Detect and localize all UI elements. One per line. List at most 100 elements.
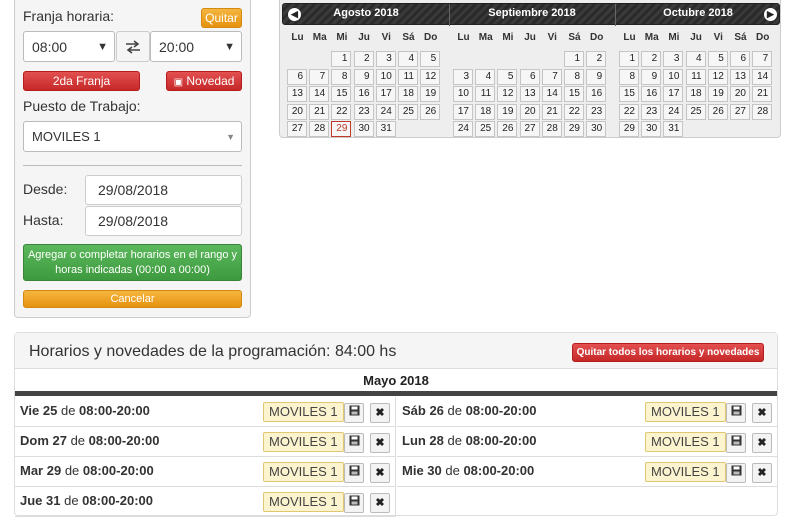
calendar-day[interactable]: 6 bbox=[519, 68, 540, 85]
close-icon[interactable]: ✖ bbox=[752, 463, 772, 483]
calendar-day[interactable]: 19 bbox=[420, 86, 441, 103]
calendar-day[interactable]: 7 bbox=[309, 68, 330, 85]
calendar-day[interactable]: 14 bbox=[752, 68, 773, 85]
calendar-day[interactable]: 7 bbox=[752, 51, 773, 67]
calendar-day[interactable]: 2 bbox=[353, 51, 374, 67]
calendar-day[interactable]: 8 bbox=[564, 68, 584, 85]
calendar-day[interactable]: 29 bbox=[331, 121, 352, 138]
calendar-day[interactable]: 26 bbox=[707, 103, 728, 120]
calendar-day[interactable]: 4 bbox=[398, 51, 418, 67]
calendar-day[interactable]: 20 bbox=[287, 103, 307, 120]
calendar-day[interactable]: 28 bbox=[752, 103, 773, 120]
calendar-day[interactable]: 31 bbox=[663, 121, 684, 138]
close-icon[interactable]: ✖ bbox=[752, 433, 772, 453]
end-time-select[interactable]: 20:00 ▼ bbox=[150, 31, 242, 62]
calendar-day[interactable]: 8 bbox=[331, 68, 352, 85]
calendar-day[interactable]: 23 bbox=[586, 103, 607, 120]
calendar-day[interactable]: 13 bbox=[519, 86, 540, 103]
calendar-day[interactable]: 9 bbox=[353, 68, 374, 85]
desde-input[interactable]: 29/08/2018 bbox=[85, 175, 242, 205]
calendar-day[interactable]: 25 bbox=[475, 121, 496, 138]
calendar-day[interactable]: 4 bbox=[685, 51, 706, 67]
calendar-day[interactable]: 14 bbox=[541, 86, 562, 103]
calendar-day[interactable]: 10 bbox=[375, 68, 396, 85]
floppy-disk-icon[interactable] bbox=[344, 463, 364, 483]
calendar-day[interactable]: 3 bbox=[453, 68, 473, 85]
calendar-day[interactable]: 3 bbox=[375, 51, 396, 67]
calendar-day[interactable]: 8 bbox=[619, 68, 639, 85]
calendar-day[interactable]: 10 bbox=[453, 86, 473, 103]
swap-times-button[interactable] bbox=[116, 31, 150, 62]
calendar-day[interactable]: 28 bbox=[541, 121, 562, 138]
calendar-day[interactable]: 30 bbox=[586, 121, 607, 138]
calendar-day[interactable]: 18 bbox=[685, 86, 706, 103]
close-icon[interactable]: ✖ bbox=[370, 403, 390, 423]
calendar-day[interactable]: 28 bbox=[309, 121, 330, 138]
calendar-day[interactable]: 21 bbox=[309, 103, 330, 120]
calendar-day[interactable]: 4 bbox=[475, 68, 496, 85]
calendar-day[interactable]: 23 bbox=[353, 103, 374, 120]
floppy-disk-icon[interactable] bbox=[726, 403, 746, 423]
hasta-input[interactable]: 29/08/2018 bbox=[85, 206, 242, 236]
calendar-day[interactable]: 3 bbox=[663, 51, 684, 67]
calendar-day[interactable]: 13 bbox=[287, 86, 307, 103]
novedad-button[interactable]: ▣ Novedad bbox=[166, 71, 242, 91]
calendar-day[interactable]: 11 bbox=[475, 86, 496, 103]
calendar-day[interactable]: 2 bbox=[586, 51, 607, 67]
calendar-day[interactable]: 19 bbox=[497, 103, 518, 120]
calendar-day[interactable]: 21 bbox=[752, 86, 773, 103]
calendar-day[interactable]: 10 bbox=[663, 68, 684, 85]
floppy-disk-icon[interactable] bbox=[344, 493, 364, 513]
calendar-day[interactable]: 16 bbox=[641, 86, 662, 103]
close-icon[interactable]: ✖ bbox=[370, 433, 390, 453]
calendar-day[interactable]: 5 bbox=[420, 51, 441, 67]
calendar-day[interactable]: 26 bbox=[497, 121, 518, 138]
calendar-day[interactable]: 9 bbox=[586, 68, 607, 85]
calendar-day[interactable]: 17 bbox=[453, 103, 473, 120]
calendar-day[interactable]: 6 bbox=[287, 68, 307, 85]
puesto-select[interactable]: MOVILES 1 ▼ bbox=[23, 121, 242, 152]
calendar-day[interactable]: 15 bbox=[331, 86, 352, 103]
close-icon[interactable]: ✖ bbox=[370, 493, 390, 513]
calendar-day[interactable]: 30 bbox=[641, 121, 662, 138]
quitar-button[interactable]: Quitar bbox=[201, 8, 242, 28]
remove-all-button[interactable]: Quitar todos los horarios y novedades bbox=[572, 343, 764, 362]
segunda-franja-button[interactable]: 2da Franja bbox=[23, 71, 140, 91]
calendar-day[interactable]: 24 bbox=[375, 103, 396, 120]
calendar-day[interactable]: 15 bbox=[619, 86, 639, 103]
agregar-horarios-button[interactable]: Agregar o completar horarios en el rango… bbox=[23, 244, 242, 281]
calendar-day[interactable]: 9 bbox=[641, 68, 662, 85]
calendar-day[interactable]: 13 bbox=[730, 68, 750, 85]
calendar-day[interactable]: 1 bbox=[331, 51, 352, 67]
calendar-day[interactable]: 11 bbox=[398, 68, 418, 85]
calendar-day[interactable]: 25 bbox=[685, 103, 706, 120]
calendar-day[interactable]: 20 bbox=[519, 103, 540, 120]
floppy-disk-icon[interactable] bbox=[344, 433, 364, 453]
calendar-day[interactable]: 26 bbox=[420, 103, 441, 120]
calendar-day[interactable]: 17 bbox=[375, 86, 396, 103]
calendar-day[interactable]: 12 bbox=[707, 68, 728, 85]
calendar-day[interactable]: 29 bbox=[619, 121, 639, 138]
calendar-day[interactable]: 18 bbox=[475, 103, 496, 120]
calendar-day[interactable]: 12 bbox=[497, 86, 518, 103]
start-time-select[interactable]: 08:00 ▼ bbox=[23, 31, 115, 62]
calendar-day[interactable]: 25 bbox=[398, 103, 418, 120]
calendar-day[interactable]: 16 bbox=[353, 86, 374, 103]
calendar-day[interactable]: 6 bbox=[730, 51, 750, 67]
calendar-day[interactable]: 27 bbox=[287, 121, 307, 138]
calendar-day[interactable]: 19 bbox=[707, 86, 728, 103]
calendar-day[interactable]: 16 bbox=[586, 86, 607, 103]
calendar-day[interactable]: 27 bbox=[730, 103, 750, 120]
calendar-day[interactable]: 11 bbox=[685, 68, 706, 85]
calendar-day[interactable]: 24 bbox=[663, 103, 684, 120]
calendar-day[interactable]: 5 bbox=[497, 68, 518, 85]
calendar-day[interactable]: 12 bbox=[420, 68, 441, 85]
calendar-day[interactable]: 22 bbox=[331, 103, 352, 120]
calendar-day[interactable]: 29 bbox=[564, 121, 584, 138]
close-icon[interactable]: ✖ bbox=[370, 463, 390, 483]
calendar-day[interactable]: 14 bbox=[309, 86, 330, 103]
calendar-day[interactable]: 17 bbox=[663, 86, 684, 103]
calendar-day[interactable]: 30 bbox=[353, 121, 374, 138]
calendar-day[interactable]: 2 bbox=[641, 51, 662, 67]
calendar-day[interactable]: 23 bbox=[641, 103, 662, 120]
